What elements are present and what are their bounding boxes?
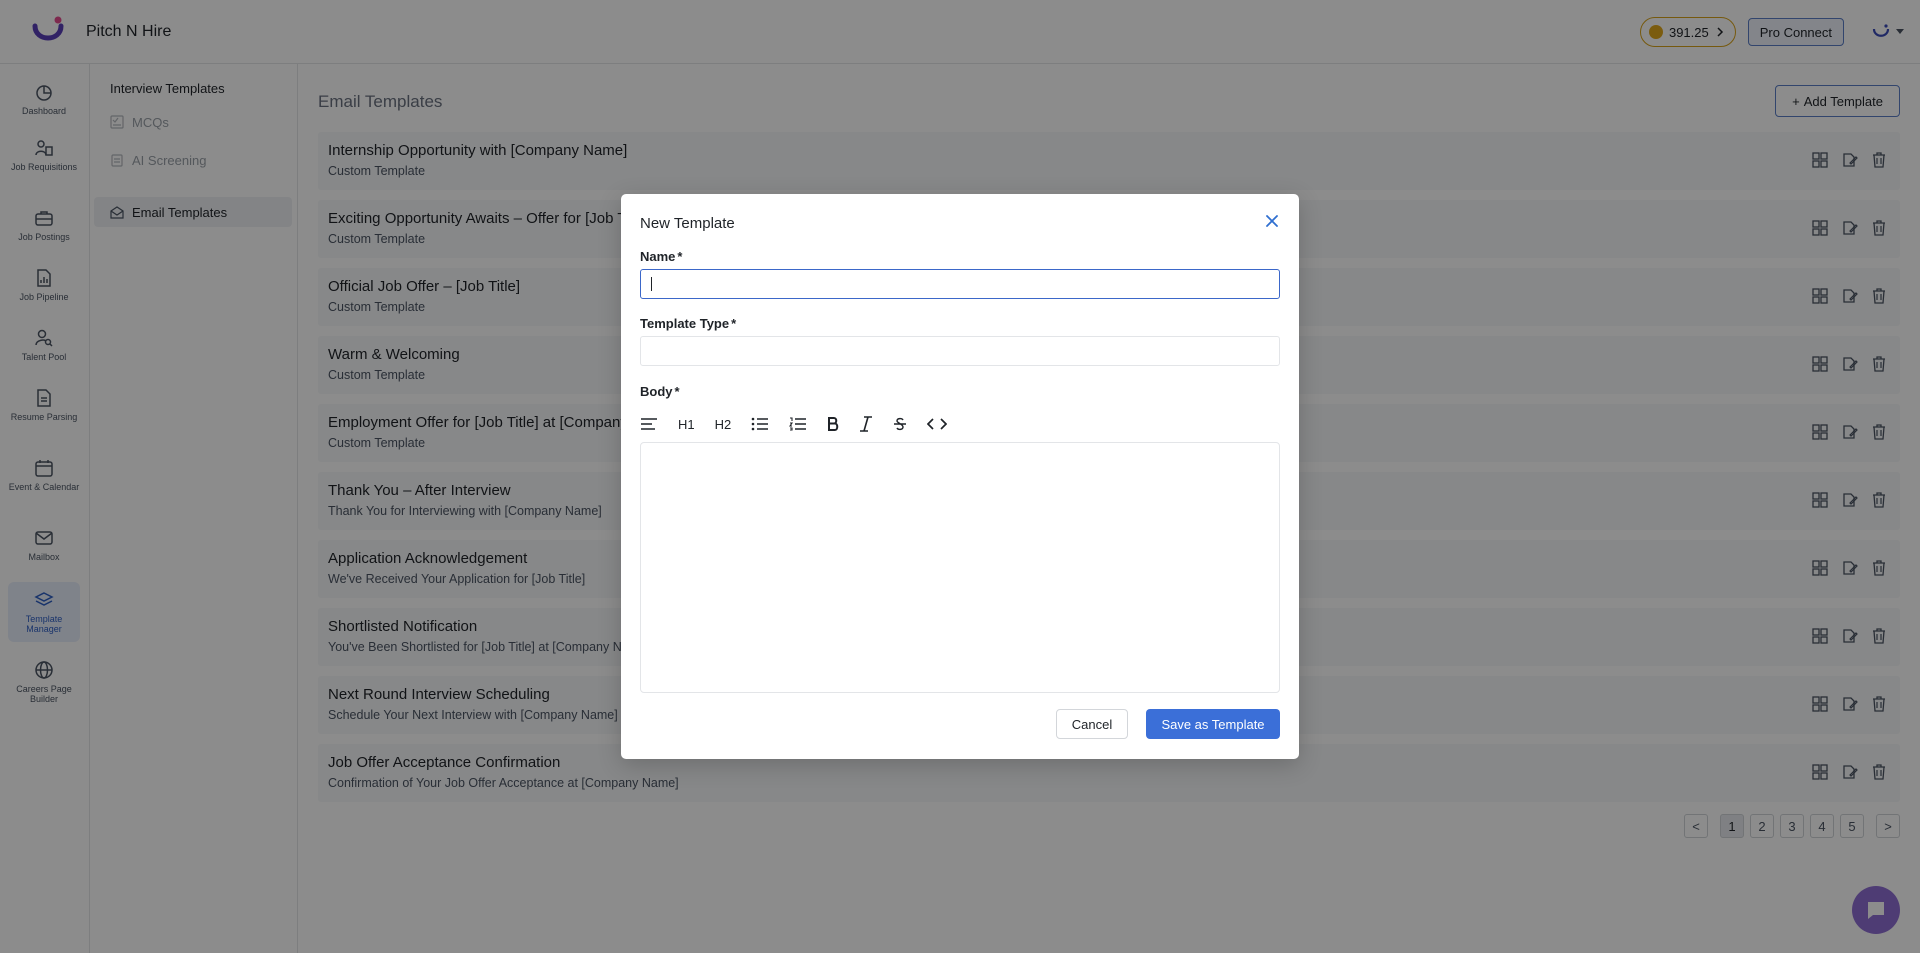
name-input[interactable] [640, 269, 1280, 299]
required-mark: * [677, 249, 683, 264]
close-icon[interactable] [1265, 214, 1279, 228]
template-type-label: Template Type * [640, 316, 736, 331]
bold-button[interactable] [827, 412, 839, 436]
align-left-icon [641, 418, 657, 430]
code-button[interactable] [927, 412, 948, 436]
text-caret [651, 277, 652, 291]
save-as-template-button[interactable]: Save as Template [1146, 709, 1280, 739]
dialog-title: New Template [640, 215, 735, 232]
bullet-list-icon [751, 417, 769, 431]
name-label: Name * [640, 249, 682, 264]
required-mark: * [731, 316, 737, 331]
code-icon [927, 418, 948, 430]
cancel-button[interactable]: Cancel [1056, 709, 1128, 739]
italic-button[interactable] [859, 412, 873, 436]
name-label-text: Name [640, 249, 676, 264]
template-type-select[interactable] [640, 336, 1280, 366]
template-type-label-text: Template Type [640, 316, 730, 331]
new-template-dialog: New Template Name * Template Type * Body * … [621, 194, 1299, 759]
body-editor[interactable] [640, 442, 1280, 693]
strikethrough-icon [894, 417, 907, 431]
italic-icon [860, 416, 873, 432]
body-label: Body * [640, 384, 680, 399]
strikethrough-button[interactable] [893, 412, 907, 436]
bold-icon [828, 417, 839, 431]
heading-2-button[interactable]: H2 [715, 412, 732, 436]
body-label-text: Body [640, 384, 673, 399]
align-left-button[interactable] [640, 412, 658, 436]
editor-toolbar: H1 H2 [640, 410, 1280, 438]
required-mark: * [674, 384, 680, 399]
numbered-list-icon [789, 417, 807, 431]
bullet-list-button[interactable] [751, 412, 769, 436]
heading-1-button[interactable]: H1 [678, 412, 695, 436]
numbered-list-button[interactable] [789, 412, 807, 436]
